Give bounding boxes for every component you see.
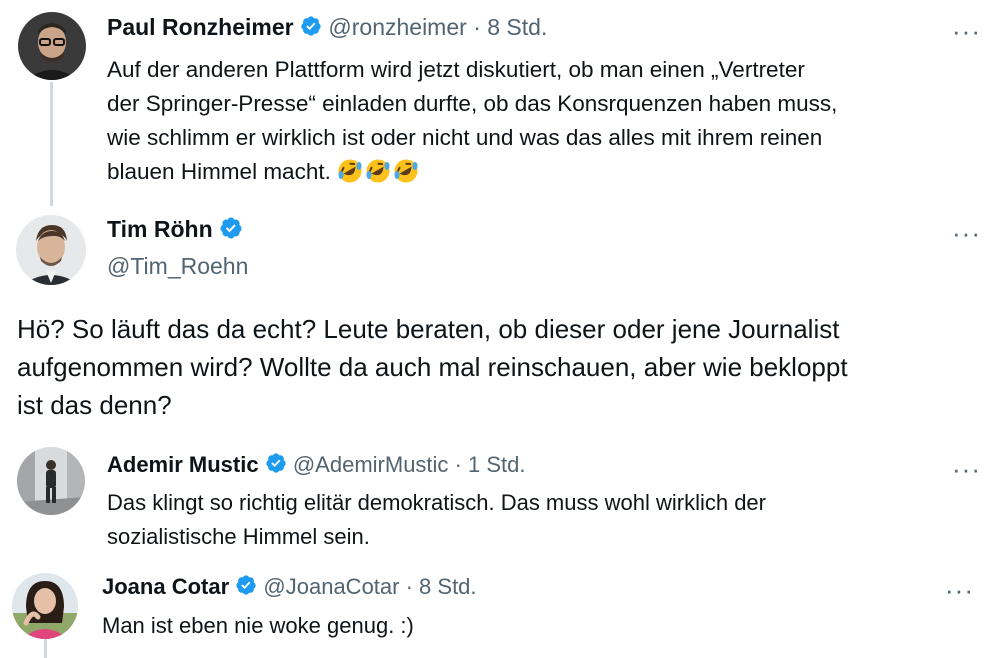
tweet-text-line: ist das denn?: [17, 390, 172, 420]
tweet-text-line: aufgenommen wird? Wollte da auch mal rei…: [17, 352, 848, 382]
tweet-text-line: blauen Himmel macht.: [107, 155, 837, 189]
tweet-text-line: sozialistische Himmel sein.: [107, 524, 370, 549]
more-horizontal-icon[interactable]: ···: [945, 577, 974, 603]
tweet-text-line: wie schlimm er wirklich ist oder nicht u…: [107, 125, 823, 150]
thread-line: [50, 82, 53, 206]
tweet-time[interactable]: · 1 Std.: [455, 452, 526, 477]
tweet-header: Tim Röhn: [107, 216, 243, 246]
tweet-header: Joana Cotar @JoanaCotar · 8 Std.: [102, 574, 477, 602]
tweet-text: Man ist eben nie woke genug. :): [102, 609, 414, 643]
author-handle[interactable]: @JoanaCotar: [263, 574, 399, 599]
author-name[interactable]: Joana Cotar: [102, 574, 229, 599]
author-handle[interactable]: @Tim_Roehn: [107, 253, 248, 280]
tweet-text-line: Man ist eben nie woke genug. :): [102, 613, 414, 638]
rolling-on-floor-laughing-emoji: [337, 158, 363, 184]
author-name[interactable]: Tim Röhn: [107, 216, 213, 242]
tweet-text: Hö? So läuft das da echt? Leute beraten,…: [17, 310, 848, 424]
author-handle[interactable]: @AdemirMustic: [293, 452, 449, 477]
verified-badge-icon: [300, 15, 322, 43]
tweet-time[interactable]: · 8 Std.: [406, 574, 477, 599]
more-horizontal-icon[interactable]: ···: [952, 18, 981, 44]
avatar[interactable]: [12, 573, 78, 639]
tweet-header: Ademir Mustic @AdemirMustic · 1 Std.: [107, 452, 525, 480]
rolling-on-floor-laughing-emoji: [365, 158, 391, 184]
tweet-text: Auf der anderen Plattform wird jetzt dis…: [107, 53, 837, 189]
verified-badge-icon: [265, 452, 287, 480]
author-handle[interactable]: @ronzheimer: [328, 14, 466, 40]
author-name[interactable]: Paul Ronzheimer: [107, 14, 294, 40]
more-horizontal-icon[interactable]: ···: [952, 456, 981, 482]
verified-badge-icon: [219, 216, 243, 246]
avatar[interactable]: [17, 447, 85, 515]
tweet-text-line: Hö? So läuft das da echt? Leute beraten,…: [17, 314, 840, 344]
tweet-time[interactable]: · 8 Std.: [473, 14, 547, 40]
tweet-header: Paul Ronzheimer @ronzheimer · 8 Std.: [107, 14, 547, 43]
tweet-text-line: Das klingt so richtig elitär demokratisc…: [107, 490, 766, 515]
author-name[interactable]: Ademir Mustic: [107, 452, 259, 477]
tweet-text-segment: blauen Himmel macht.: [107, 159, 331, 184]
thread-line: [44, 638, 47, 658]
tweet-text: Das klingt so richtig elitär demokratisc…: [107, 486, 766, 554]
rolling-on-floor-laughing-emoji: [393, 158, 419, 184]
tweet-text-line: der Springer-Presse“ einladen durfte, ob…: [107, 91, 838, 116]
avatar[interactable]: [18, 12, 86, 80]
avatar[interactable]: [16, 215, 86, 285]
more-horizontal-icon[interactable]: ···: [952, 220, 981, 246]
verified-badge-icon: [235, 574, 257, 602]
tweet-text-line: Auf der anderen Plattform wird jetzt dis…: [107, 57, 805, 82]
